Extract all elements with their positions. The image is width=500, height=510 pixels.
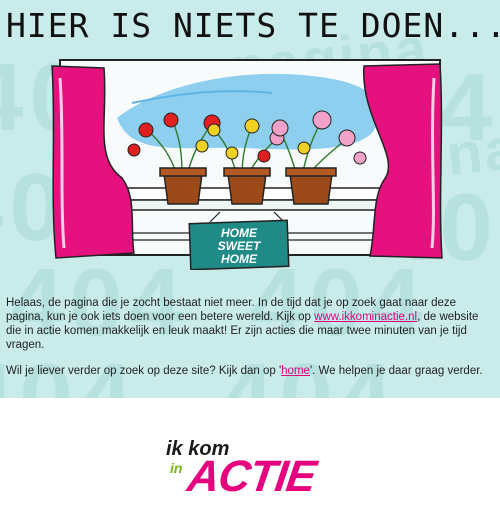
sign-line-3: HOME — [221, 252, 258, 266]
curtain-fold — [430, 77, 436, 249]
window-illustration: HOME SWEET HOME — [51, 59, 443, 270]
content-area: pagina 404 404 404 404 404 404 pagina 40… — [0, 0, 500, 398]
body-text: Helaas, de pagina die je zocht bestaat n… — [6, 296, 494, 390]
paragraph-intro: Helaas, de pagina die je zocht bestaat n… — [6, 297, 479, 351]
logo-line-2: in — [170, 460, 183, 476]
logo-line-3: ACTIE — [184, 452, 319, 501]
home-link[interactable]: home — [281, 365, 310, 377]
ikkominactie-logo[interactable]: ik kom in ACTIE — [166, 438, 326, 501]
paragraph-home: Wil je liever verder op zoek op deze sit… — [6, 365, 483, 377]
flower-pots — [159, 167, 337, 205]
sign-line-2: SWEET — [218, 239, 262, 253]
ikkominactie-link[interactable]: www.ikkominactie.nl — [314, 311, 417, 323]
page-title: HIER IS NIETS TE DOEN... — [6, 6, 500, 45]
footer: ik kom in ACTIE — [0, 398, 500, 510]
page: pagina 404 404 404 404 404 404 pagina 40… — [0, 0, 500, 510]
sign-line-1: HOME — [221, 226, 258, 240]
